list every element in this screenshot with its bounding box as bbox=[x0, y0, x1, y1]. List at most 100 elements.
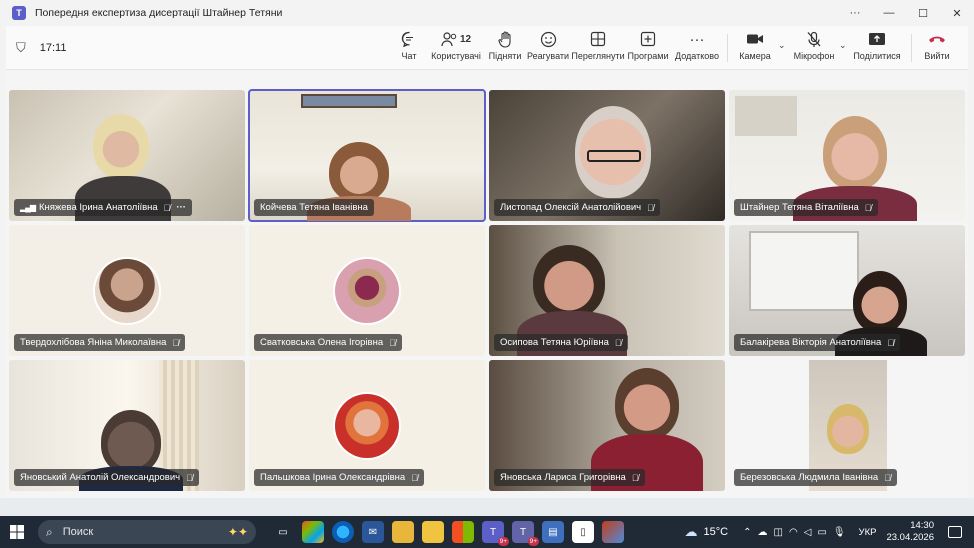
apps-button[interactable]: Програми bbox=[628, 29, 669, 67]
participant-tile[interactable]: Яновська Лариса Григорівна 🎙̸ bbox=[489, 360, 725, 491]
people-count: 12 bbox=[459, 33, 472, 45]
camera-icon bbox=[746, 29, 764, 49]
taskbar: ⌕ Поиск ✦✦ ▭ ✉ T 9+ T 9+ ▤ ▯ ☁ 15°C ⌃ ☁ ◫ … bbox=[0, 516, 974, 548]
participant-nameplate: Твердохлібова Янiна Миколаївна 🎙̸ bbox=[14, 334, 186, 351]
microphone-options-chevron-icon[interactable]: ⌄ bbox=[839, 40, 847, 51]
participant-video bbox=[329, 142, 389, 202]
participant-video bbox=[533, 245, 605, 319]
muted-mic-icon: 🎙̸ bbox=[614, 337, 622, 348]
participant-video bbox=[853, 271, 907, 333]
temperature: 15°C bbox=[703, 526, 729, 538]
window-title: Попередня експертиза дисертації Штайнер … bbox=[35, 7, 283, 19]
participant-name: Яновський Анатолій Олександрович bbox=[20, 472, 181, 483]
participant-nameplate: Койчева Тетяна Іванівна bbox=[254, 199, 374, 216]
folder-icon[interactable] bbox=[422, 521, 444, 543]
teams-icon: T bbox=[12, 6, 26, 20]
onedrive-icon[interactable]: ☁ bbox=[758, 527, 768, 538]
participant-nameplate: Балакірева Вікторія Анатоліївна 🎙̸ bbox=[734, 334, 901, 351]
participant-avatar bbox=[95, 259, 159, 323]
clock-date: 23.04.2026 bbox=[886, 532, 934, 543]
participant-tile[interactable]: Осипова Тетяна Юріївна 🎙̸ bbox=[489, 225, 725, 356]
participant-face bbox=[827, 404, 869, 454]
participant-nameplate: Пальшкова Ірина Олександрівна 🎙̸ bbox=[254, 469, 424, 486]
office-app-icon[interactable] bbox=[602, 521, 624, 543]
participant-name: Княжева Ірина Анатоліївна bbox=[38, 202, 158, 213]
participant-name: Штайнер Тетяна Віталіївна bbox=[740, 202, 859, 213]
participant-name: Пальшкова Ірина Олександрівна bbox=[260, 472, 406, 483]
language-indicator[interactable]: УКР bbox=[859, 527, 877, 538]
microsoft-store-icon[interactable] bbox=[452, 521, 474, 543]
leave-label: Вийти bbox=[924, 51, 950, 61]
participant-tile[interactable]: Пальшкова Ірина Олександрівна 🎙̸ bbox=[249, 360, 485, 491]
meeting-timer: 17:11 bbox=[39, 42, 67, 54]
wifi-icon[interactable]: ◠ bbox=[789, 527, 798, 538]
participant-nameplate: Штайнер Тетяна Віталіївна 🎙̸ bbox=[734, 199, 878, 216]
notifications-icon[interactable] bbox=[948, 526, 962, 538]
weather-widget[interactable]: ☁ 15°C bbox=[685, 524, 729, 540]
muted-mic-icon: 🎙̸ bbox=[631, 472, 639, 483]
copilot-app-icon[interactable] bbox=[302, 521, 324, 543]
react-button[interactable]: Реагувати bbox=[527, 29, 569, 67]
people-button[interactable]: 12 Користувачі bbox=[431, 29, 481, 67]
edge-icon[interactable] bbox=[332, 521, 354, 543]
battery-icon[interactable]: ▭ bbox=[817, 527, 826, 538]
microphone-tray-icon[interactable]: 🎙 bbox=[833, 527, 846, 538]
participant-tile[interactable]: Листопад Олексій Анатолійович 🎙̸ bbox=[489, 90, 725, 221]
camera-button[interactable]: Камера bbox=[736, 29, 774, 67]
participant-tile[interactable]: Сватковська Олена Ігорівна 🎙̸ bbox=[249, 225, 485, 356]
windows-start-icon[interactable] bbox=[0, 516, 34, 548]
muted-mic-icon: 🎙̸ bbox=[172, 337, 180, 348]
participant-tile[interactable]: Твердохлібова Янiна Миколаївна 🎙̸ bbox=[9, 225, 245, 356]
whiteboard bbox=[749, 231, 859, 311]
participant-video bbox=[101, 410, 161, 474]
task-view-icon[interactable]: ▭ bbox=[272, 521, 294, 543]
taskbar-clock[interactable]: 14:30 23.04.2026 bbox=[886, 520, 934, 544]
chat-button[interactable]: Чат bbox=[394, 29, 424, 67]
people-label: Користувачі bbox=[431, 51, 481, 61]
participant-nameplate: Яновський Анатолій Олександрович 🎙̸ bbox=[14, 469, 199, 486]
toolbar-divider-2 bbox=[911, 34, 912, 62]
camera-options-chevron-icon[interactable]: ⌄ bbox=[778, 40, 786, 51]
close-button[interactable]: ✕ bbox=[940, 0, 974, 26]
app-window-icon[interactable]: ▤ bbox=[542, 521, 564, 543]
participant-nameplate: Яновська Лариса Григорівна 🎙̸ bbox=[494, 469, 645, 486]
camera-label: Камера bbox=[739, 51, 771, 61]
file-explorer-icon[interactable] bbox=[392, 521, 414, 543]
maximize-button[interactable]: ☐ bbox=[906, 0, 940, 26]
muted-mic-icon: 🎙̸ bbox=[887, 337, 895, 348]
share-button[interactable]: Поділитися bbox=[852, 29, 902, 67]
participant-tile[interactable]: ▂▄▆ Княжева Ірина Анатоліївна 🎙̸ ··· bbox=[9, 90, 245, 221]
participant-tile[interactable]: Березовська Людмила Іванівна 🎙̸ bbox=[729, 360, 965, 491]
view-button[interactable]: Переглянути bbox=[571, 29, 625, 67]
more-button[interactable]: ··· Додатково bbox=[674, 29, 720, 67]
microphone-button[interactable]: Мікрофон bbox=[792, 29, 836, 67]
more-options-icon[interactable]: ··· bbox=[838, 0, 872, 26]
participant-more-icon[interactable]: ··· bbox=[176, 202, 186, 213]
shield-icon: ⛉ bbox=[16, 40, 26, 55]
toolbar-divider bbox=[727, 34, 728, 62]
participant-tile[interactable]: Яновський Анатолій Олександрович 🎙̸ bbox=[9, 360, 245, 491]
participant-tile[interactable]: Штайнер Тетяна Віталіївна 🎙̸ bbox=[729, 90, 965, 221]
camera-tray-icon[interactable]: ◫ bbox=[774, 527, 783, 538]
meeting-toolbar: ⛉ 17:11 Чат 12 Користувачі Підняти Реагу… bbox=[6, 26, 968, 70]
glasses bbox=[587, 150, 641, 162]
hand-icon bbox=[497, 29, 513, 49]
raise-hand-button[interactable]: Підняти bbox=[488, 29, 522, 67]
volume-icon[interactable]: ◁ bbox=[804, 527, 812, 538]
teams-meeting-taskbar-icon[interactable]: T 9+ bbox=[512, 521, 539, 546]
share-icon bbox=[868, 29, 886, 49]
teams-taskbar-icon[interactable]: T 9+ bbox=[482, 521, 509, 546]
leave-button[interactable]: Вийти bbox=[918, 29, 956, 67]
participant-tile[interactable]: Балакірева Вікторія Анатоліївна 🎙̸ bbox=[729, 225, 965, 356]
search-icon: ⌕ bbox=[46, 524, 53, 539]
taskbar-search[interactable]: ⌕ Поиск ✦✦ bbox=[38, 520, 256, 544]
outlook-icon[interactable]: ✉ bbox=[362, 521, 384, 543]
document-icon[interactable]: ▯ bbox=[572, 521, 594, 543]
participant-tile[interactable]: Койчева Тетяна Іванівна bbox=[248, 89, 486, 222]
minimize-button[interactable]: — bbox=[872, 0, 906, 26]
chevron-up-icon[interactable]: ⌃ bbox=[743, 527, 751, 538]
people-icon: 12 bbox=[441, 29, 471, 49]
participant-name: Березовська Людмила Іванівна bbox=[740, 472, 879, 483]
muted-mic-icon: 🎙̸ bbox=[163, 202, 171, 213]
search-label: Поиск bbox=[62, 526, 94, 538]
